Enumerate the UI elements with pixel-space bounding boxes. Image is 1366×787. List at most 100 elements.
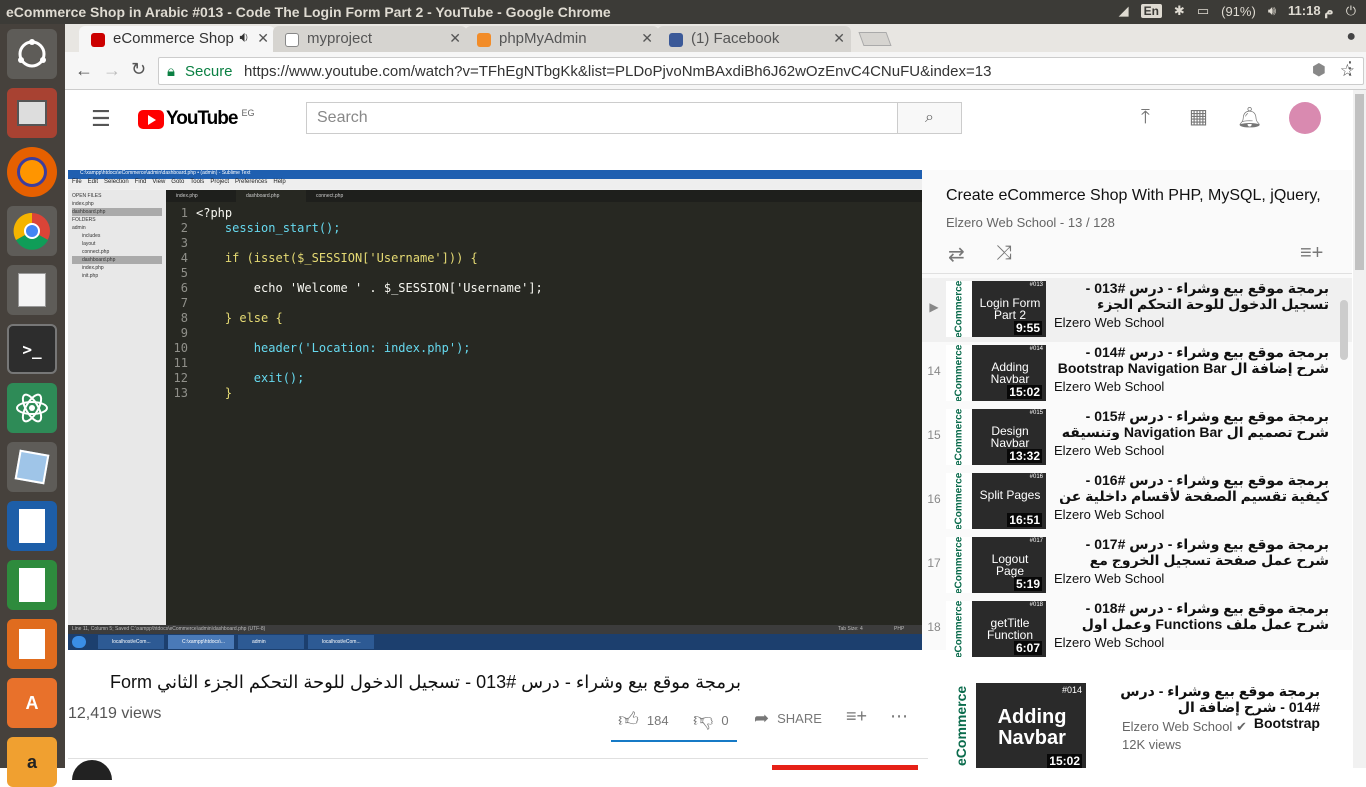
guide-menu-icon[interactable]: ☰ [91,106,111,132]
video-thumbnail[interactable]: eCommerce Design Navbar #015 13:32 [946,409,1046,465]
sentiment-bar [611,740,737,742]
bluetooth-icon[interactable]: ✱ [1174,3,1185,19]
playlist-item-title[interactable]: برمجة موقع بيع وشراء - درس #016 - كيفية … [1054,472,1329,504]
search-button[interactable]: ⌕ [897,102,962,134]
page-scrollbar[interactable] [1353,90,1366,768]
line-number: 6 [180,281,188,295]
playlist-item-title[interactable]: برمجة موقع بيع وشراء - درس #013 - تسجيل … [1054,280,1329,312]
like-button[interactable]: 👍︎ 184 [618,708,669,732]
playlist-item-title[interactable]: برمجة موقع بيع وشراء - درس #018 - شرح عم… [1054,600,1329,632]
thumbnail-tag: #018 [1029,602,1043,608]
video-player[interactable]: C:\xampp\htdocs\eCommerce\admin\dashboar… [68,170,922,650]
menu-item: File [72,179,82,185]
firefox-icon[interactable] [7,147,57,197]
new-tab-button[interactable] [858,32,892,46]
region-code: EG [241,108,255,118]
playlist-item[interactable]: ▶ eCommerce Login Form Part 2 #013 9:55 برمجة… [922,278,1352,342]
tab-myproject[interactable]: myproject ✕ [273,26,467,52]
address-bar[interactable]: 🔒︎ Secure https://www.youtube.com/watch?… [158,57,1364,85]
dislike-count: 0 [721,712,729,728]
thumbs-up-icon: 👍︎ [618,709,639,731]
playlist-item-title[interactable]: برمجة موقع بيع وشراء - درس #015 - شرح تص… [1054,408,1329,440]
save-playlist-icon[interactable]: ≡+ [1300,242,1323,265]
apps-grid-icon[interactable]: ▦ [1189,104,1208,129]
tab-youtube[interactable]: eCommerce Shop 🔉︎ ✕ [79,26,275,52]
files-icon[interactable] [7,88,57,138]
back-icon[interactable]: ← [75,60,93,81]
tab-label: (1) Facebook [691,30,780,47]
volume-icon[interactable]: 🔊︎ [1268,3,1276,19]
loop-icon[interactable]: ⇄ [948,242,965,267]
playlist-scrollbar[interactable] [1340,300,1348,360]
taskbar-item: localhost/eCom... [308,635,374,649]
thumbnail-tag: #016 [1029,474,1043,480]
video-thumbnail[interactable]: eCommerce Split Pages #016 16:51 [946,473,1046,529]
ubuntu-dash-icon[interactable] [7,29,57,79]
virtualbox-icon[interactable] [7,442,57,492]
channel-avatar[interactable] [72,760,112,780]
battery-icon[interactable]: ▭ [1197,3,1209,19]
unity-launcher: >_ A a [0,24,65,787]
dislike-button[interactable]: 👎︎ 0 [693,708,729,732]
video-thumbnail[interactable]: eCommerce Login Form Part 2 #013 9:55 [946,281,1046,337]
libreoffice-impress-icon[interactable] [7,619,57,669]
playlist-item[interactable]: 18 eCommerce getTitle Function #018 6:07 برمج… [922,598,1352,662]
avatar[interactable] [1289,102,1321,134]
playlist-item-title[interactable]: برمجة موقع بيع وشراء - درس #014 - شرح إض… [1054,344,1329,376]
video-thumbnail[interactable]: eCommerce Logout Page #017 5:19 [946,537,1046,593]
playlist-item[interactable]: 16 eCommerce Split Pages #016 16:51 برمجة موق… [922,470,1352,534]
close-tab-icon[interactable]: ✕ [833,30,845,47]
playlist-item[interactable]: 15 eCommerce Design Navbar #015 13:32 برمجة م… [922,406,1352,470]
video-thumbnail[interactable]: eCommerce Adding Navbar #014 15:02 [946,345,1046,401]
chrome-menu-icon[interactable]: ⋮ [1341,58,1359,79]
reload-icon[interactable]: ↻ [131,59,146,80]
shuffle-icon[interactable]: ⤨ [996,242,1012,265]
notifications-bell-icon[interactable]: 🔔︎ [1237,105,1262,130]
editor-status-bar: Line 11, Column 5; Saved C:\xampp\htdocs… [68,625,922,634]
clock[interactable]: 11:18 م [1288,3,1334,19]
search-input[interactable]: Search [306,102,898,134]
playlist-item[interactable]: 17 eCommerce Logout Page #017 5:19 برمجة موقع… [922,534,1352,598]
more-actions-icon[interactable]: ⋯ [890,706,908,727]
wifi-icon[interactable]: ◢ [1119,3,1129,19]
atom-icon[interactable] [7,383,57,433]
sidebar-heading: OPEN FILES [72,193,102,199]
youtube-logo[interactable]: YouTube EG [138,108,254,130]
playlist-item[interactable]: 14 eCommerce Adding Navbar #014 15:02 برمجة م… [922,342,1352,406]
audio-playing-icon[interactable]: 🔉︎ [240,29,249,46]
playlist-item-channel: Elzero Web School [1054,315,1165,330]
view-count: 12,419 views [68,705,162,722]
libreoffice-writer-icon[interactable] [7,501,57,551]
secure-lock-icon[interactable]: 🔒︎ [167,63,175,80]
close-tab-icon[interactable]: ✕ [449,30,461,47]
line-number: 13 [173,386,188,400]
software-center-icon[interactable]: A [7,678,57,728]
thumbnail-tag: #013 [1029,282,1043,288]
terminal-icon[interactable]: >_ [7,324,57,374]
playlist-item-channel: Elzero Web School [1054,443,1165,458]
close-tab-icon[interactable]: ✕ [257,30,269,47]
menu-item: Selection [104,179,129,185]
keyboard-layout-indicator[interactable]: En [1140,4,1162,18]
upload-icon[interactable]: ⤒ [1141,106,1150,129]
playlist-item-title[interactable]: برمجة موقع بيع وشراء - درس #017 - شرح عم… [1054,536,1329,568]
extension-icon[interactable]: ⬢ [1312,60,1326,80]
chrome-icon[interactable] [7,206,57,256]
share-button[interactable]: ➦ SHARE [754,708,822,729]
close-tab-icon[interactable]: ✕ [641,30,653,47]
tab-phpmyadmin[interactable]: phpMyAdmin ✕ [465,26,659,52]
power-icon[interactable]: ⏻ [1346,3,1356,19]
up-next-thumbnail[interactable]: eCommerce Adding Navbar #014 15:02 [946,683,1086,768]
add-to-playlist-icon[interactable]: ≡+ [846,706,867,727]
text-editor-icon[interactable] [7,265,57,315]
video-thumbnail[interactable]: eCommerce getTitle Function #018 6:07 [946,601,1046,657]
profile-icon[interactable]: ● [1346,28,1356,46]
forward-icon[interactable]: → [103,60,121,81]
divider [922,273,1352,274]
libreoffice-calc-icon[interactable] [7,560,57,610]
amazon-icon[interactable]: a [7,737,57,787]
editor-title-bar: C:\xampp\htdocs\eCommerce\admin\dashboar… [68,170,922,179]
scrollbar-thumb[interactable] [1355,94,1364,270]
tab-facebook[interactable]: (1) Facebook ✕ [657,26,851,52]
playlist-title[interactable]: Create eCommerce Shop With PHP, MySQL, j… [946,187,1321,205]
